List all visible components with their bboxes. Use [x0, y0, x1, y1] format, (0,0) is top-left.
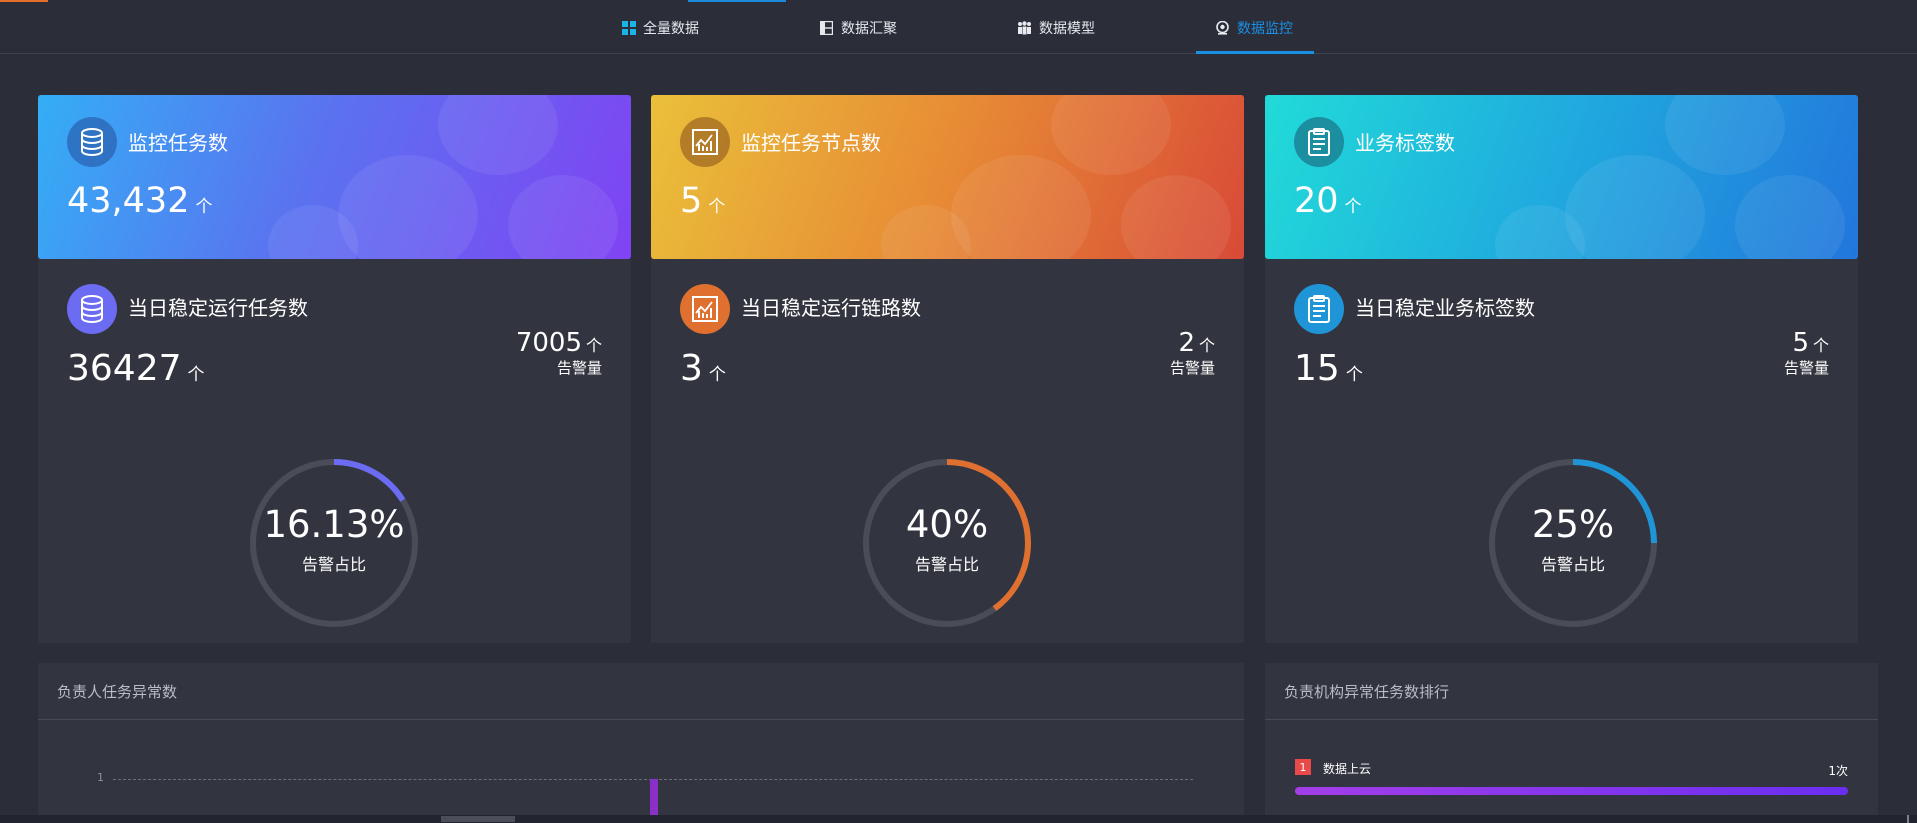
- gauge-label: 告警占比: [1540, 555, 1605, 574]
- alarm-label: 告警量: [1169, 359, 1215, 377]
- alarm-label: 告警量: [556, 359, 602, 377]
- owner-task-anomaly-panel: 负责人任务异常数 1: [38, 663, 1244, 823]
- card-business-tags: 业务标签数 20 个 当日稳定业务标签数 15 个 5个 告警量 25% 告警占比: [1265, 95, 1858, 643]
- grid-icon: [621, 21, 636, 36]
- alarm-ratio-gauge: 16.13% 告警占比: [248, 457, 420, 629]
- eye-icon: [1215, 21, 1230, 36]
- card-title: 业务标签数: [1355, 131, 1455, 155]
- decor-bubble: [1665, 95, 1785, 175]
- card-value: 5个: [680, 181, 726, 221]
- card-value: 20 个: [1294, 181, 1362, 221]
- gauge-label: 告警占比: [914, 555, 979, 574]
- horizontal-scrollbar[interactable]: [0, 815, 1917, 823]
- decor-bubble: [1121, 175, 1231, 259]
- chart-icon: [680, 284, 730, 334]
- rank-badge: 1: [1295, 759, 1311, 775]
- corner-accent: [0, 0, 48, 2]
- gauge-percent: 40%: [905, 503, 989, 546]
- nav-item-all-data[interactable]: 全量数据: [621, 18, 699, 38]
- sub-title: 当日稳定运行任务数: [128, 296, 308, 320]
- alarm-ratio-gauge: 40% 告警占比: [861, 457, 1033, 629]
- scroll-indicator: [1907, 815, 1909, 823]
- gauge-percent: 25%: [1531, 503, 1615, 546]
- nav-item-label: 数据监控: [1237, 21, 1293, 37]
- alarm-count: 2个: [1178, 328, 1215, 358]
- card-header: 监控任务数 43,432 个: [38, 95, 631, 259]
- clipboard-icon: [1294, 117, 1344, 167]
- sub-title: 当日稳定运行链路数: [741, 296, 921, 320]
- decor-bubble: [1565, 155, 1705, 259]
- database-icon: [67, 284, 117, 334]
- alarm-label: 告警量: [1783, 359, 1829, 377]
- rank-progress-bar: [1295, 787, 1848, 795]
- sub-value: 36427 个: [67, 348, 205, 389]
- card-monitor-nodes: 监控任务节点数 5个 当日稳定运行链路数 3个 2个 告警量 40% 告警占比: [651, 95, 1244, 643]
- card-monitor-tasks: 监控任务数 43,432 个 当日稳定运行任务数 36427 个 7005 个 告警量…: [38, 95, 631, 643]
- sub-title: 当日稳定业务标签数: [1355, 296, 1535, 320]
- panel-title: 负责机构异常任务数排行: [1284, 683, 1450, 701]
- decor-bubble: [951, 155, 1091, 259]
- nav-item-data-monitor[interactable]: 数据监控: [1215, 18, 1293, 38]
- card-title: 监控任务节点数: [741, 131, 881, 155]
- y-tick-label: 1: [97, 771, 104, 784]
- decor-bubble: [338, 155, 478, 259]
- rank-name: 数据上云: [1323, 762, 1372, 776]
- decor-bubble: [1051, 95, 1171, 175]
- panel-divider: [1265, 719, 1878, 720]
- rank-count: 1次: [1828, 764, 1848, 778]
- gauge-percent: 16.13%: [263, 503, 405, 546]
- panel-divider: [38, 719, 1244, 720]
- top-nav: 全量数据 数据汇聚 数据模型 数据监控: [0, 0, 1917, 54]
- card-header: 业务标签数 20 个: [1265, 95, 1858, 259]
- org-anomaly-ranking-panel: 负责机构异常任务数排行 1 数据上云 1次: [1265, 663, 1878, 823]
- card-header: 监控任务节点数 5个: [651, 95, 1244, 259]
- layout-icon: [819, 21, 834, 36]
- card-title: 监控任务数: [128, 131, 228, 155]
- alarm-count: 5个: [1792, 328, 1829, 358]
- database-icon: [67, 117, 117, 167]
- top-accent: [688, 0, 786, 2]
- nav-item-label: 数据汇聚: [841, 21, 897, 37]
- nav-item-label: 数据模型: [1039, 21, 1095, 37]
- decor-bubble: [508, 175, 618, 259]
- alarm-ratio-gauge: 25% 告警占比: [1487, 457, 1659, 629]
- chart-icon: [680, 117, 730, 167]
- decor-bubble: [1735, 175, 1845, 259]
- sub-value: 15 个: [1294, 348, 1363, 389]
- nav-item-data-aggregation[interactable]: 数据汇聚: [819, 18, 897, 38]
- decor-bubble: [438, 95, 558, 175]
- card-value: 43,432 个: [67, 181, 213, 221]
- nav-item-label: 全量数据: [643, 21, 699, 37]
- active-tab-indicator: [1196, 51, 1314, 54]
- gauge-label: 告警占比: [301, 555, 366, 574]
- panel-title: 负责人任务异常数: [57, 683, 178, 701]
- sub-value: 3个: [680, 348, 726, 389]
- rank-progress-track: [1295, 787, 1848, 795]
- nav-item-data-model[interactable]: 数据模型: [1017, 18, 1095, 38]
- scrollbar-thumb[interactable]: [441, 816, 515, 822]
- alarm-count: 7005 个: [515, 328, 602, 358]
- clipboard-icon: [1294, 284, 1344, 334]
- people-icon: [1017, 21, 1032, 36]
